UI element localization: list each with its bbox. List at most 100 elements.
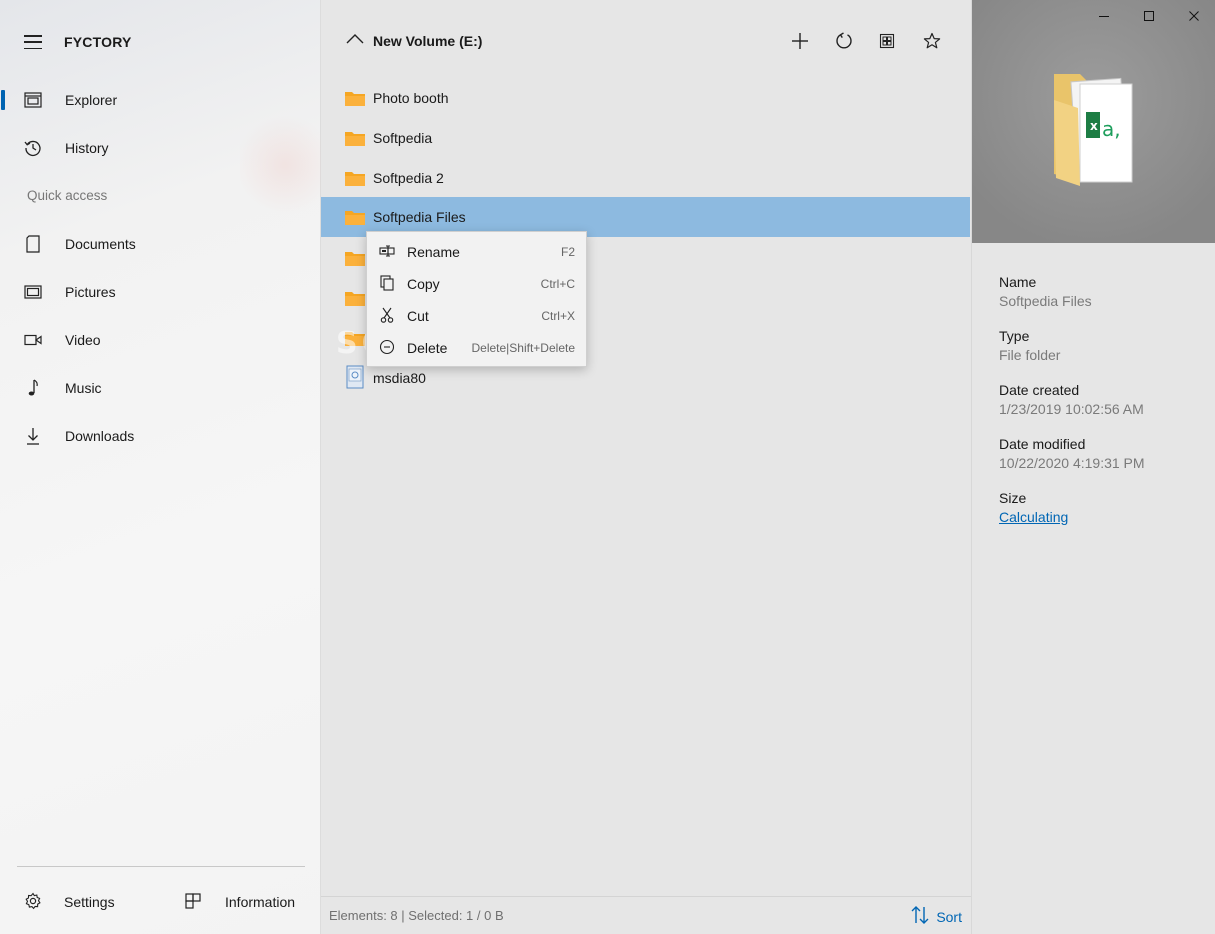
maximize-button[interactable]	[1126, 0, 1171, 32]
context-menu: Rename F2 Copy Ctrl+C Cut Ctrl+X Delete …	[366, 231, 587, 367]
context-menu-delete[interactable]: Delete Delete|Shift+Delete	[367, 331, 586, 363]
sidebar-item-label: Documents	[65, 236, 136, 252]
file-name: Softpedia Files	[373, 209, 466, 225]
rename-icon	[379, 243, 395, 259]
sidebar-item-label: Downloads	[65, 428, 135, 444]
prop-name: Name Softpedia Files	[999, 274, 1092, 309]
context-menu-cut[interactable]: Cut Ctrl+X	[367, 299, 586, 331]
file-name: Softpedia	[373, 130, 433, 146]
minimize-icon	[1098, 16, 1109, 17]
sidebar: FYCTORY Explorer History Quick access Do…	[0, 0, 330, 934]
file-name: Softpedia 2	[373, 170, 444, 186]
context-menu-label: Copy	[407, 276, 440, 292]
svg-text:x: x	[1090, 119, 1098, 133]
prop-key: Size	[999, 490, 1027, 506]
prop-key: Date created	[999, 382, 1080, 398]
status-bar: Elements: 8 | Selected: 1 / 0 B Sort	[321, 896, 971, 934]
current-location-title: New Volume (E:)	[373, 33, 483, 49]
folder-icon	[344, 250, 366, 267]
prop-size: Size Calculating	[999, 490, 1068, 525]
file-icon	[346, 365, 368, 389]
folder-icon	[344, 330, 366, 347]
prop-date-created: Date created 1/23/2019 10:02:56 AM	[999, 382, 1144, 417]
sidebar-item-video[interactable]: Video	[0, 320, 321, 360]
information-label: Information	[225, 894, 296, 910]
settings-label: Settings	[64, 894, 115, 910]
sidebar-item-explorer[interactable]: Explorer	[0, 80, 321, 120]
folder-preview-icon: x a,	[1050, 70, 1136, 189]
sidebar-item-pictures[interactable]: Pictures	[0, 272, 321, 312]
app-title: FYCTORY	[64, 34, 132, 50]
sidebar-item-label: Explorer	[65, 92, 118, 108]
details-panel: x a, Name Softpedia Files Type File fold…	[971, 0, 1215, 934]
prop-key: Date modified	[999, 436, 1086, 452]
prop-key: Type	[999, 328, 1030, 344]
folder-icon	[344, 90, 366, 107]
context-menu-shortcut: F2	[560, 245, 575, 259]
prop-value: 10/22/2020 4:19:31 PM	[999, 455, 1145, 471]
hamburger-menu-icon[interactable]	[24, 35, 42, 49]
close-icon	[1188, 11, 1199, 21]
sidebar-item-downloads[interactable]: Downloads	[0, 416, 321, 456]
context-menu-shortcut: Ctrl+X	[541, 309, 575, 323]
sort-icon	[910, 905, 930, 928]
sort-button[interactable]: Sort	[910, 905, 962, 928]
prop-key: Name	[999, 274, 1037, 290]
main-header: New Volume (E:)	[321, 25, 971, 57]
video-icon	[24, 331, 42, 349]
folder-icon	[344, 170, 366, 187]
prop-value: File folder	[999, 347, 1061, 363]
sidebar-divider	[17, 866, 305, 867]
maximize-icon	[1143, 11, 1154, 21]
folder-icon	[344, 290, 366, 307]
file-row[interactable]: Softpedia 2	[321, 158, 970, 198]
context-menu-label: Rename	[407, 244, 460, 260]
music-icon	[24, 379, 42, 397]
information-button[interactable]: Information	[185, 884, 295, 920]
sidebar-item-label: History	[65, 140, 109, 156]
explorer-icon	[24, 91, 42, 109]
add-icon[interactable]	[788, 29, 812, 53]
context-menu-label: Delete	[407, 340, 448, 356]
file-list-panel: New Volume (E:) Photo booth Softpedia So…	[321, 0, 971, 934]
quick-access-heading: Quick access	[27, 188, 108, 203]
download-icon	[24, 427, 42, 445]
chevron-up-icon[interactable]	[346, 32, 364, 48]
document-icon	[24, 235, 42, 253]
sidebar-item-documents[interactable]: Documents	[0, 224, 321, 264]
file-row[interactable]: Softpedia	[321, 118, 970, 158]
star-icon[interactable]	[920, 29, 944, 53]
context-menu-copy[interactable]: Copy Ctrl+C	[367, 267, 586, 299]
file-row[interactable]: Photo booth	[321, 78, 970, 118]
context-menu-rename[interactable]: Rename F2	[367, 235, 586, 267]
pictures-icon	[24, 283, 42, 301]
file-name: msdia80	[373, 370, 426, 386]
sidebar-item-label: Music	[65, 380, 102, 396]
size-calculating-link[interactable]: Calculating	[999, 509, 1068, 525]
file-name: Photo booth	[373, 90, 449, 106]
view-mode-icon[interactable]	[875, 29, 899, 53]
prop-value: 1/23/2019 10:02:56 AM	[999, 401, 1144, 417]
context-menu-shortcut: Delete|Shift+Delete	[471, 341, 575, 355]
status-text: Elements: 8 | Selected: 1 / 0 B	[329, 908, 504, 923]
close-button[interactable]	[1171, 0, 1215, 32]
sort-label: Sort	[936, 908, 962, 925]
window-controls	[1081, 0, 1215, 32]
information-icon	[185, 892, 201, 912]
folder-icon	[344, 209, 366, 226]
copy-icon	[379, 275, 395, 291]
sidebar-item-history[interactable]: History	[0, 128, 321, 168]
context-menu-shortcut: Ctrl+C	[540, 277, 575, 291]
sidebar-item-music[interactable]: Music	[0, 368, 321, 408]
cut-icon	[379, 307, 395, 323]
svg-text:a,: a,	[1102, 117, 1121, 141]
prop-type: Type File folder	[999, 328, 1060, 363]
sidebar-item-label: Video	[65, 332, 101, 348]
refresh-icon[interactable]	[832, 29, 856, 53]
prop-date-modified: Date modified 10/22/2020 4:19:31 PM	[999, 436, 1145, 471]
minimize-button[interactable]	[1081, 0, 1126, 32]
context-menu-label: Cut	[407, 308, 429, 324]
settings-button[interactable]: Settings	[24, 884, 115, 920]
history-icon	[24, 139, 42, 157]
gear-icon	[24, 892, 42, 913]
